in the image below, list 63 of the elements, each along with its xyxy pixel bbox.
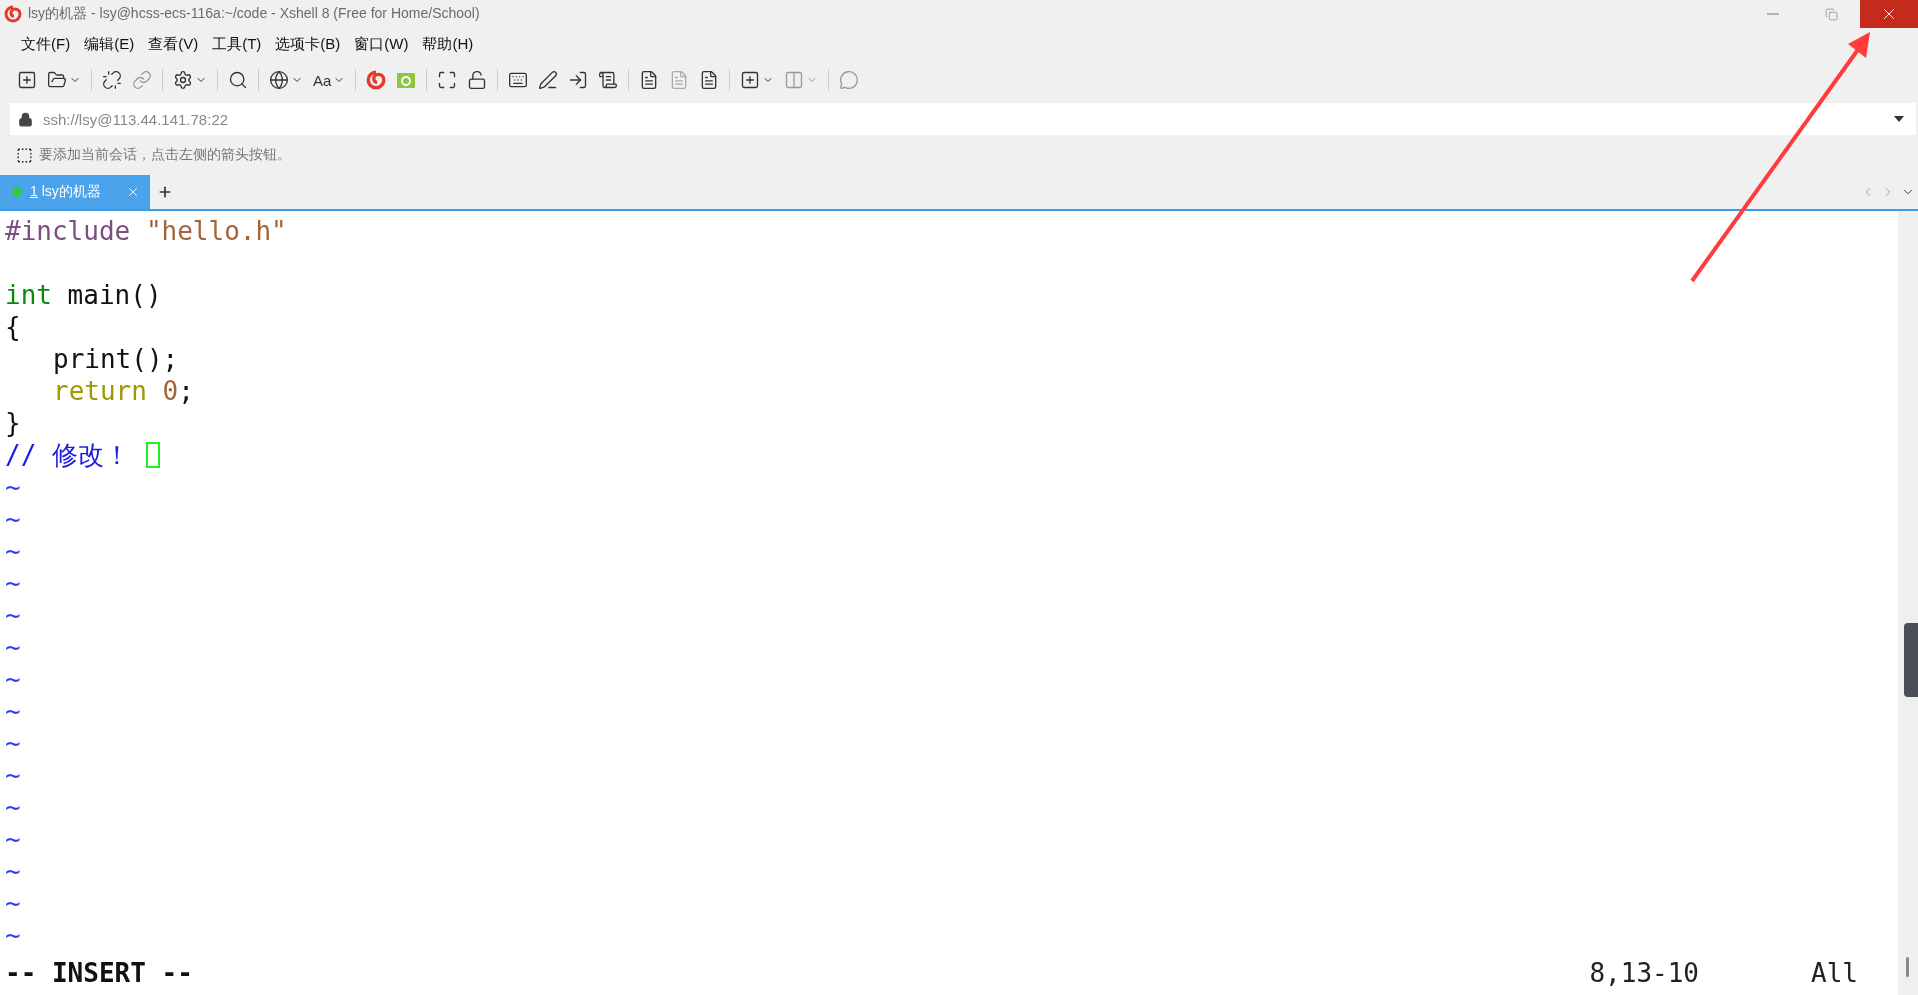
empty-line-marker: ~ [5,855,21,887]
new-session-icon [17,70,37,90]
font-button[interactable]: Aa [310,68,349,92]
empty-line-marker: ~ [5,791,21,823]
empty-line-marker: ~ [5,727,21,759]
scroll-icon [598,70,619,90]
scroll-position: All [1811,958,1858,988]
empty-line-marker: ~ [5,535,21,567]
add-session-icon [16,146,33,164]
empty-line-marker: ~ [5,823,21,855]
empty-line-marker: ~ [5,567,21,599]
fullscreen-icon [437,70,458,90]
folder-icon [396,71,417,89]
app-logo-icon [4,5,22,23]
lock-icon [18,111,33,127]
globe-icon [269,70,289,90]
hint-text: 要添加当前会话，点击左侧的箭头按钮。 [39,146,291,164]
empty-line-marker: ~ [5,919,21,951]
empty-line-marker: ~ [5,695,21,727]
empty-line-marker: ~ [5,599,21,631]
keyboard-icon [508,70,529,90]
settings-icon [173,70,193,90]
code-line: } [5,407,21,439]
restore-icon [1824,7,1838,21]
folder-icon [47,70,67,90]
scrollbar-thumb[interactable] [1906,957,1909,977]
dropdown-icon [1894,116,1904,122]
menu-item[interactable]: 查看(V) [141,30,206,58]
minimize-icon [1767,13,1779,15]
code-line: return 0; [53,375,194,407]
empty-line-marker: ~ [5,631,21,663]
vim-mode: -- INSERT -- [5,958,194,988]
code-line: // 修改！ [5,439,130,471]
pen-icon [538,70,559,90]
spiral-icon [366,70,387,90]
cursor-position: 8,13-10 [1589,958,1700,988]
empty-line-marker: ~ [5,887,21,919]
empty-line-marker: ~ [5,759,21,791]
link-icon [132,70,152,90]
columns-icon [784,70,805,90]
menu-item[interactable]: 工具(T) [205,30,269,58]
address-field[interactable]: ssh://lsy@113.44.141.78:22 [10,103,1916,135]
add-icon [740,70,761,90]
menu-item[interactable]: 文件(F) [14,30,78,58]
empty-line-marker: ~ [5,503,21,535]
lock-icon [467,70,488,90]
menu-item[interactable]: 选项卡(B) [268,30,348,58]
code-line: #include "hello.h" [5,215,287,247]
window-title: lsy的机器 - lsy@hcss-ecs-116a:~/code - Xshell 8 (Free for Home/School) [28,5,481,23]
code-line: { [5,311,21,343]
menu-item[interactable]: 帮助(H) [415,30,481,58]
empty-line-marker: ~ [5,663,21,695]
menu-item[interactable]: 窗口(W) [347,30,416,58]
plus-icon [157,184,173,200]
search-icon [228,70,248,90]
code-line: int main() [5,279,162,311]
menu-item[interactable]: 编辑(E) [77,30,142,58]
broken-link-icon [102,70,122,90]
empty-line-marker: ~ [5,471,21,503]
enter-icon [568,70,589,90]
status-dot-icon [12,187,22,197]
chat-icon [839,70,860,90]
code-line: print(); [53,343,179,375]
